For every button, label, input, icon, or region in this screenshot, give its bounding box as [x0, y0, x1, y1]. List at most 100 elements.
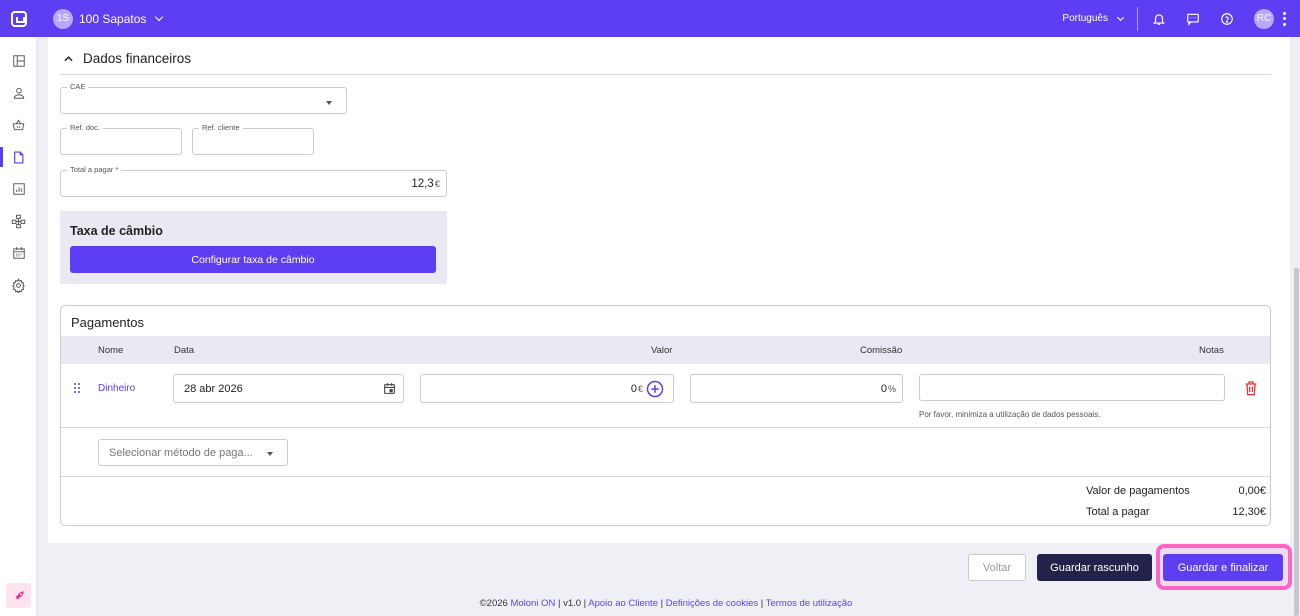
notes-input[interactable] — [919, 374, 1225, 401]
cae-select[interactable]: CAE — [60, 82, 347, 114]
support-link[interactable]: Apoio ao Cliente — [588, 598, 658, 609]
logo-icon — [10, 10, 27, 27]
version: v1.0 — [563, 598, 582, 609]
total-to-pay-label: Total a pagar * — [67, 165, 122, 174]
ref-doc-input[interactable]: Ref. doc. — [60, 123, 182, 155]
notifications-button[interactable] — [1146, 6, 1172, 32]
total-to-pay-value: 12,3€ — [411, 178, 440, 190]
payment-date-value: 28 abr 2026 — [184, 383, 243, 395]
chevron-up-icon — [64, 55, 73, 61]
sidebar-item-structure[interactable] — [0, 205, 37, 237]
sidebar-item-settings[interactable] — [0, 269, 37, 301]
brand-link[interactable]: Moloni ON — [510, 598, 555, 609]
app-logo[interactable] — [0, 0, 37, 37]
sidebar-item-documents[interactable] — [0, 141, 37, 173]
more-menu-icon[interactable] — [1282, 11, 1286, 26]
payments-table-header: Nome Data Valor Comissão Notas — [61, 336, 1270, 364]
ref-client-label: Ref. cliente — [199, 123, 243, 132]
footer: ©2026 Moloni ON | v1.0 | Apoio ao Client… — [479, 598, 853, 609]
hierarchy-icon — [11, 214, 26, 228]
caret-down-icon — [326, 101, 332, 105]
grand-total-value: 12,30€ — [1232, 506, 1266, 518]
payment-date-input[interactable]: 28 abr 2026 — [173, 374, 404, 403]
configure-exchange-rate-button[interactable]: Configurar taxa de câmbio — [70, 246, 436, 273]
col-date: Data — [174, 345, 195, 356]
currency-symbol: € — [434, 179, 440, 190]
col-name: Nome — [98, 345, 124, 356]
calendar-icon[interactable] — [383, 382, 396, 395]
drag-handle-icon[interactable] — [74, 383, 81, 394]
totals-divider — [61, 476, 1270, 477]
payment-amount: 0 — [630, 383, 637, 395]
company-name: 100 Sapatos — [79, 11, 147, 26]
scrollbar[interactable] — [1294, 268, 1299, 616]
terms-link[interactable]: Termos de utilização — [766, 598, 853, 609]
sidebar-item-reports[interactable] — [0, 173, 37, 205]
total-amount: 12,3 — [411, 178, 434, 190]
financial-section-toggle[interactable]: Dados financeiros — [64, 51, 191, 66]
user-icon — [13, 87, 24, 99]
save-and-finalize-button[interactable]: Guardar e finalizar — [1163, 554, 1283, 581]
section-title: Dados financeiros — [83, 51, 192, 66]
payments-panel: Pagamentos Nome Data Valor Comissão Nota… — [60, 305, 1271, 526]
chevron-down-icon — [155, 12, 164, 22]
chart-icon — [12, 183, 25, 195]
col-commission: Comissão — [860, 345, 903, 356]
sidebar-item-products[interactable] — [0, 109, 37, 141]
section-divider — [60, 74, 1271, 75]
ref-client-input[interactable]: Ref. cliente — [192, 123, 314, 155]
payment-method-select[interactable]: Selecionar método de paga... — [98, 439, 288, 466]
commission-value: 0% — [881, 383, 896, 395]
exchange-rate-title: Taxa de câmbio — [70, 224, 163, 238]
back-button[interactable]: Voltar — [968, 554, 1026, 581]
col-value: Valor — [651, 345, 673, 356]
chat-icon — [1187, 13, 1199, 26]
user-avatar[interactable]: RC — [1254, 8, 1274, 29]
commission-input[interactable]: 0% — [690, 374, 903, 403]
payments-total-value: 0,00€ — [1238, 485, 1266, 497]
commission-amount: 0 — [880, 383, 887, 395]
copyright: ©2026 — [479, 598, 508, 609]
percent-symbol: % — [887, 384, 896, 394]
payments-title: Pagamentos — [71, 315, 144, 330]
document-form-card: Dados financeiros CAE Ref. doc. Ref. cli… — [48, 37, 1290, 543]
basket-icon — [12, 119, 25, 131]
help-icon — [1221, 12, 1233, 25]
currency-symbol: € — [637, 384, 643, 394]
payment-method-name[interactable]: Dinheiro — [98, 383, 135, 394]
total-to-pay-input[interactable]: Total a pagar * 12,3€ — [60, 165, 447, 197]
company-avatar: 1S — [53, 8, 73, 29]
company-selector[interactable]: 1S 100 Sapatos — [53, 8, 164, 29]
sidebar-item-calendar[interactable] — [0, 237, 37, 269]
payment-value: 0€ — [631, 383, 643, 395]
exchange-rate-panel: Taxa de câmbio Configurar taxa de câmbio — [60, 211, 447, 284]
help-button[interactable] — [1214, 6, 1240, 32]
language-selector[interactable]: Português — [1062, 6, 1138, 31]
sidebar-item-contacts[interactable] — [0, 77, 37, 109]
ref-doc-label: Ref. doc. — [67, 123, 104, 132]
trash-icon[interactable] — [1243, 379, 1259, 397]
bell-icon — [1152, 13, 1166, 25]
notes-hint: Por favor, minimiza a utilização de dado… — [919, 410, 1101, 419]
cae-label: CAE — [67, 82, 89, 91]
calendar-icon — [12, 247, 25, 259]
top-bar: 1S 100 Sapatos Português RC — [0, 0, 1300, 37]
add-circle-icon[interactable] — [646, 380, 664, 398]
gear-icon — [12, 277, 25, 293]
save-draft-button[interactable]: Guardar rascunho — [1037, 554, 1152, 581]
caret-down-icon — [267, 452, 273, 456]
table-row: Dinheiro 28 abr 2026 0€ 0% Por favor, mi… — [61, 364, 1270, 428]
sidebar-item-dashboard[interactable] — [0, 45, 37, 77]
language-label: Português — [1062, 13, 1108, 24]
chevron-down-icon — [1116, 13, 1125, 21]
payment-value-input[interactable]: 0€ — [420, 374, 674, 403]
dashboard-icon — [12, 55, 25, 67]
payments-total-label: Valor de pagamentos — [1086, 485, 1190, 497]
payment-method-placeholder: Selecionar método de paga... — [109, 447, 253, 459]
grand-total-label: Total a pagar — [1086, 506, 1150, 518]
sidebar — [0, 37, 37, 616]
document-icon — [14, 150, 24, 164]
messages-button[interactable] — [1180, 6, 1206, 32]
cookies-link[interactable]: Definições de cookies — [666, 598, 758, 609]
col-notes: Notas — [1199, 345, 1224, 356]
